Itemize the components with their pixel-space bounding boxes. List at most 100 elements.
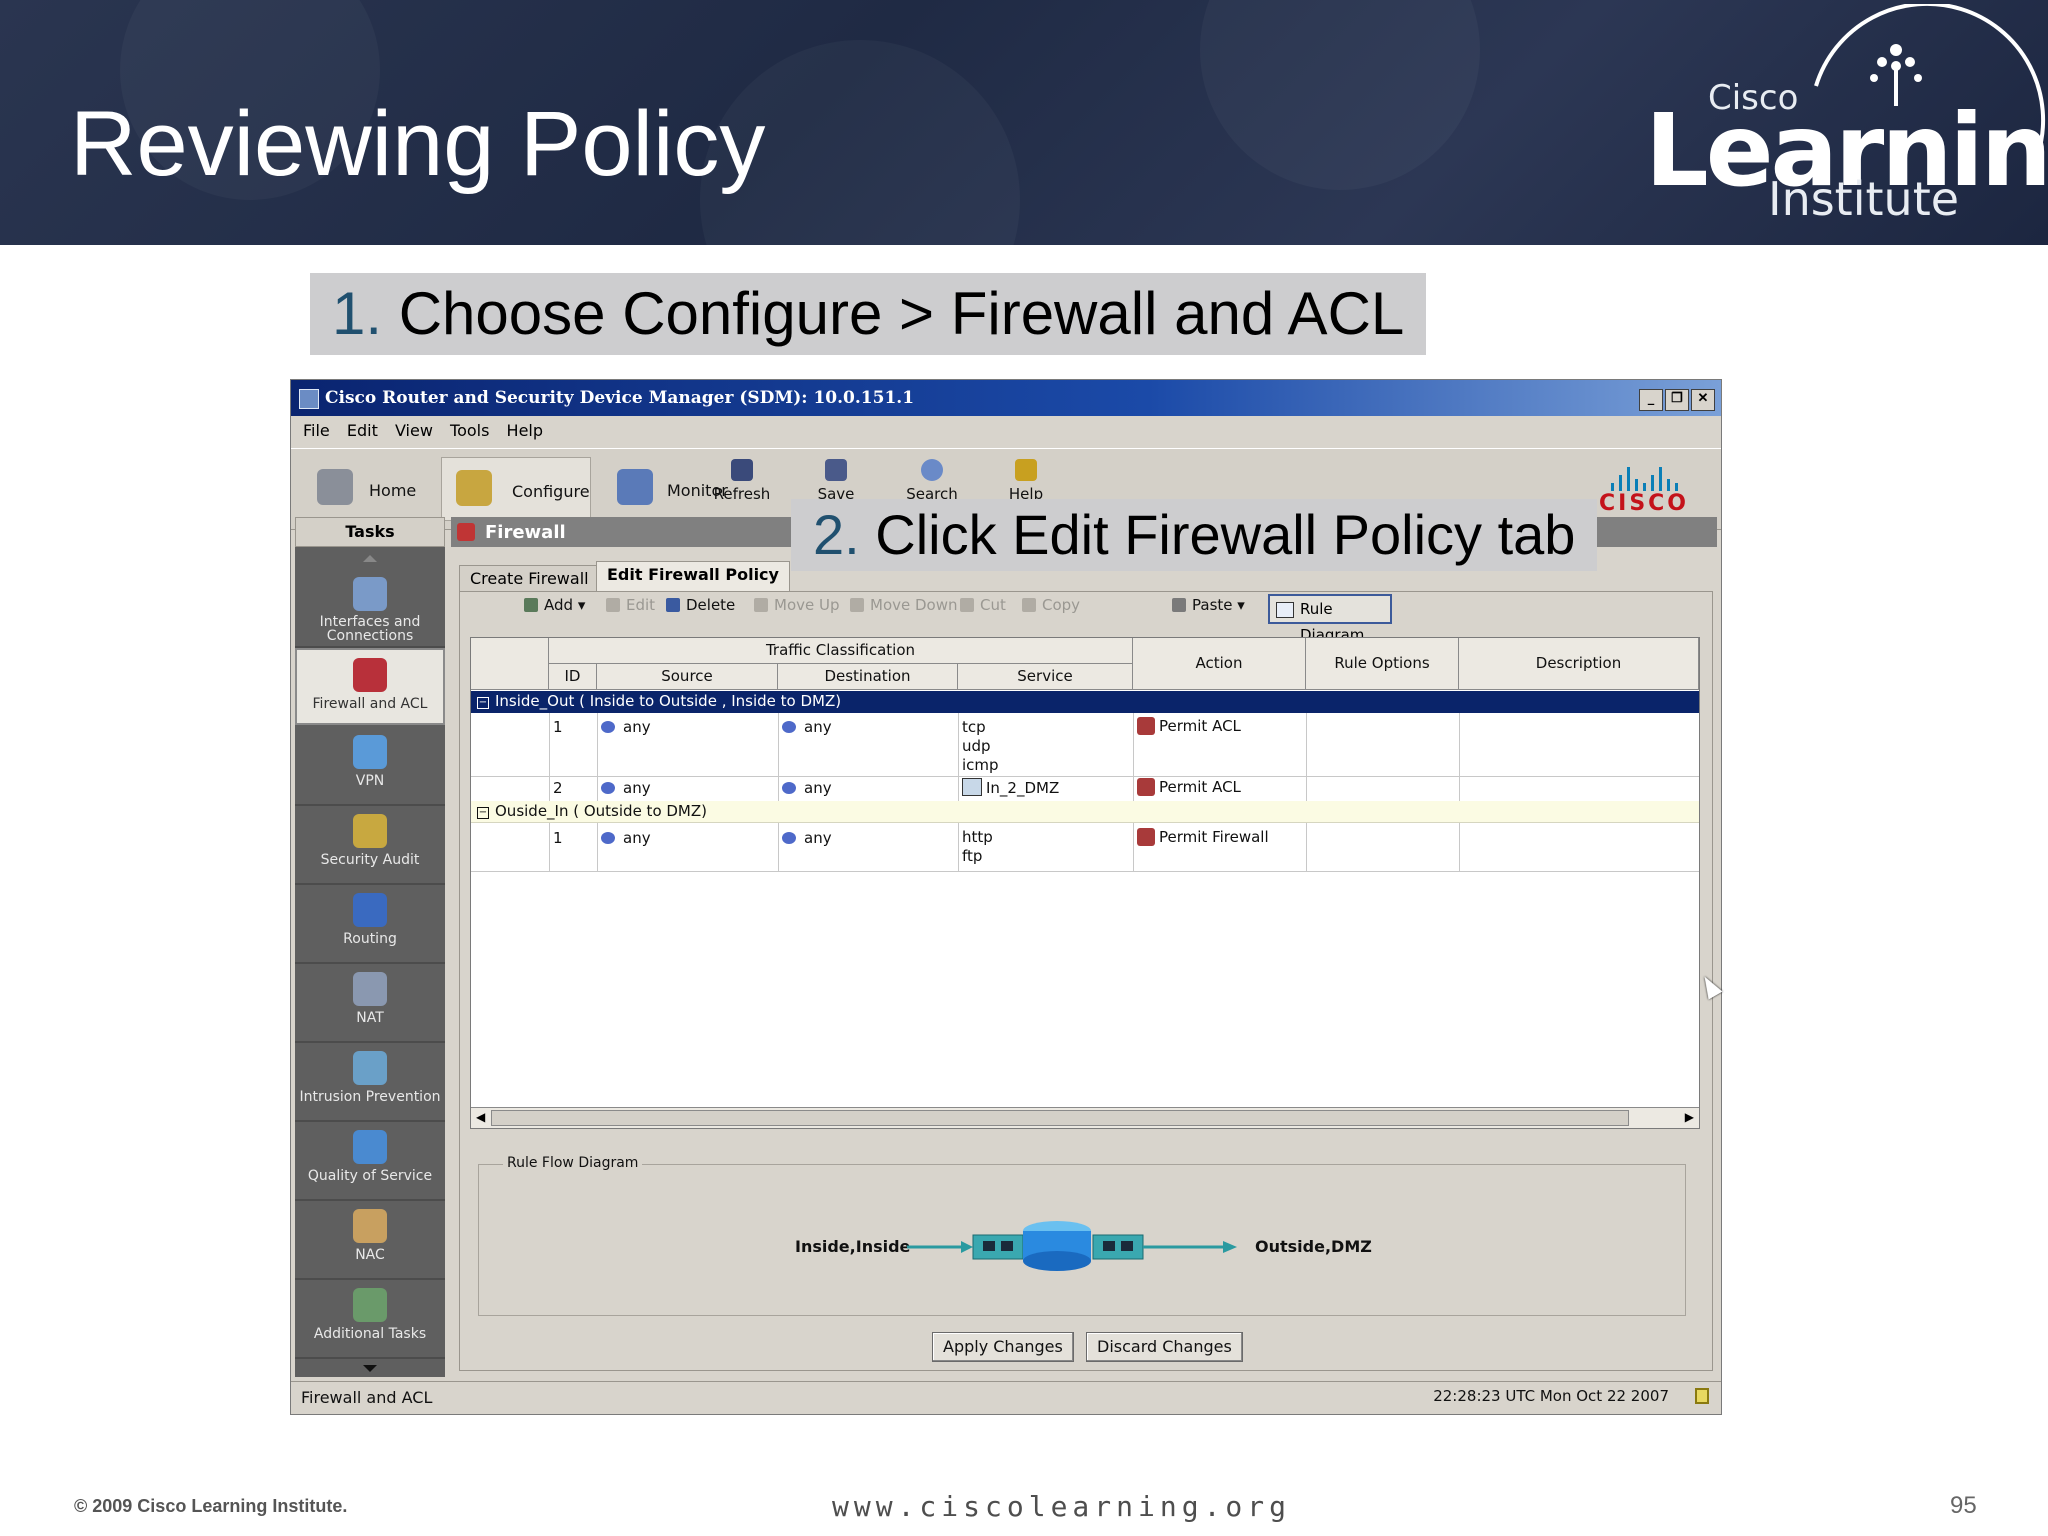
network-object-icon <box>782 721 796 733</box>
network-object-icon <box>782 782 796 794</box>
save-icon <box>825 459 847 481</box>
home-icon <box>317 469 353 505</box>
sidebar-item-interfaces[interactable]: Interfaces and Connections <box>295 569 445 648</box>
cisco-brand-text: CISCO <box>1598 491 1690 516</box>
configure-gears-icon <box>456 470 492 506</box>
apply-changes-button[interactable]: Apply Changes <box>932 1332 1074 1362</box>
lock-icon <box>1695 1388 1709 1404</box>
configure-label: Configure <box>512 482 590 501</box>
sidebar-item-security-audit[interactable]: Security Audit <box>295 806 445 885</box>
sidebar-item-firewall[interactable]: Firewall and ACL <box>295 648 445 725</box>
collapse-icon[interactable]: − <box>477 807 489 819</box>
sidebar-item-intrusion-prevention[interactable]: Intrusion Prevention <box>295 1043 445 1122</box>
edit-button[interactable]: Edit <box>606 596 655 614</box>
menu-help[interactable]: Help <box>507 421 543 440</box>
menu-file[interactable]: File <box>303 421 330 440</box>
additional-tasks-icon <box>353 1288 387 1322</box>
status-bar: Firewall and ACL 22:28:23 UTC Mon Oct 22… <box>291 1381 1721 1414</box>
collapse-icon[interactable]: − <box>477 697 489 709</box>
col-action-header: Action <box>1133 638 1306 690</box>
scroll-right-icon[interactable]: ▶ <box>1685 1110 1694 1124</box>
section-title: Firewall <box>485 522 566 543</box>
sidebar-item-vpn[interactable]: VPN <box>295 727 445 806</box>
rule-action: Permit Firewall <box>1159 828 1269 846</box>
tab-edit-firewall-policy[interactable]: Edit Firewall Policy <box>596 561 790 591</box>
move-up-button[interactable]: Move Up <box>754 596 840 614</box>
save-button[interactable]: Save <box>791 459 881 503</box>
sidebar-item-nat[interactable]: NAT <box>295 964 445 1043</box>
rule-source: any <box>623 718 651 736</box>
discard-changes-button[interactable]: Discard Changes <box>1086 1332 1243 1362</box>
paste-button[interactable]: Paste ▾ <box>1172 596 1245 614</box>
cut-label: Cut <box>980 596 1006 614</box>
sidebar-item-additional-tasks[interactable]: Additional Tasks <box>295 1280 445 1359</box>
firewall-icon <box>353 658 387 692</box>
rule-diagram-icon <box>1276 602 1294 618</box>
tasks-header: Tasks <box>295 517 445 547</box>
rule-service: In_2_DMZ <box>986 779 1060 797</box>
sidebar-item-nac[interactable]: NAC <box>295 1201 445 1280</box>
rule-flow-title: Rule Flow Diagram <box>503 1155 643 1171</box>
scroll-up-icon[interactable] <box>363 555 377 562</box>
col-id-header: ID <box>549 664 597 690</box>
nac-icon <box>353 1209 387 1243</box>
rule-action: Permit ACL <box>1159 717 1241 735</box>
scroll-down-icon[interactable] <box>363 1365 377 1372</box>
rule-diagram-button[interactable]: Rule Diagram <box>1268 594 1392 644</box>
move-down-button[interactable]: Move Down <box>850 596 958 614</box>
refresh-button[interactable]: Refresh <box>697 459 787 503</box>
cut-icon <box>960 598 974 612</box>
policy-group-row[interactable]: − Ouside_In ( Outside to DMZ) <box>471 801 1699 823</box>
horizontal-scrollbar[interactable]: ◀ ▶ <box>471 1107 1699 1128</box>
sidebar-item-routing[interactable]: Routing <box>295 885 445 964</box>
menu-view[interactable]: View <box>395 421 433 440</box>
help-button[interactable]: Help <box>981 459 1071 503</box>
configure-button[interactable]: Configure <box>441 457 591 521</box>
slide-page-number: 95 <box>1950 1492 1977 1519</box>
delete-button[interactable]: Delete <box>666 596 735 614</box>
policy-table: Traffic Classification ID Source Destina… <box>470 637 1700 1129</box>
copy-icon <box>1022 598 1036 612</box>
traffic-classification-header: Traffic Classification <box>549 638 1133 664</box>
step-1-callout: 1. Choose Configure > Firewall and ACL <box>310 273 1427 355</box>
network-object-icon <box>601 832 615 844</box>
scrollbar-thumb[interactable] <box>491 1110 1629 1126</box>
step-2-text: Click Edit Firewall Policy tab <box>859 503 1576 566</box>
sidebar-item-qos[interactable]: Quality of Service <box>295 1122 445 1201</box>
policy-group-label: Ouside_In ( Outside to DMZ) <box>495 802 708 820</box>
rule-action: Permit ACL <box>1159 778 1241 796</box>
close-icon[interactable]: ✕ <box>1691 389 1715 411</box>
sidebar-item-label: Routing <box>343 931 397 947</box>
policy-group-row[interactable]: − Inside_Out ( Inside to Outside , Inside… <box>471 691 1699 713</box>
security-audit-icon <box>353 814 387 848</box>
paste-icon <box>1172 598 1186 612</box>
slide-title: Reviewing Policy <box>70 93 766 195</box>
sidebar-item-label: Additional Tasks <box>313 1326 427 1342</box>
edit-label: Edit <box>626 596 656 614</box>
minimize-icon[interactable]: _ <box>1639 389 1663 411</box>
sidebar-item-label: Firewall and ACL <box>312 696 428 712</box>
search-button[interactable]: Search <box>887 459 977 503</box>
row-divider <box>471 776 1699 777</box>
firewall-content: Firewall Create Firewall Edit Firewall P… <box>451 517 1717 1379</box>
home-button[interactable]: Home <box>303 457 443 521</box>
cut-button[interactable]: Cut <box>960 596 1006 614</box>
router-flow-icon <box>907 1221 1237 1271</box>
restore-icon[interactable]: ❐ <box>1665 389 1689 411</box>
paste-label: Paste <box>1192 596 1233 614</box>
policy-group-label: Inside_Out ( Inside to Outside , Inside … <box>495 692 842 710</box>
rule-service: ftp <box>962 847 983 865</box>
rule-service: tcp <box>962 718 986 736</box>
menu-tools[interactable]: Tools <box>450 421 489 440</box>
cisco-bars-icon <box>1589 463 1699 491</box>
menu-edit[interactable]: Edit <box>347 421 378 440</box>
add-button[interactable]: Add ▾ <box>524 596 585 614</box>
scroll-left-icon[interactable]: ◀ <box>476 1110 485 1124</box>
nat-icon <box>353 972 387 1006</box>
tab-create-firewall[interactable]: Create Firewall <box>459 565 600 591</box>
col-rule-options-header: Rule Options <box>1306 638 1459 690</box>
move-down-label: Move Down <box>870 596 958 614</box>
rule-source: any <box>623 829 651 847</box>
copy-button[interactable]: Copy <box>1022 596 1080 614</box>
rule-destination: any <box>804 829 832 847</box>
